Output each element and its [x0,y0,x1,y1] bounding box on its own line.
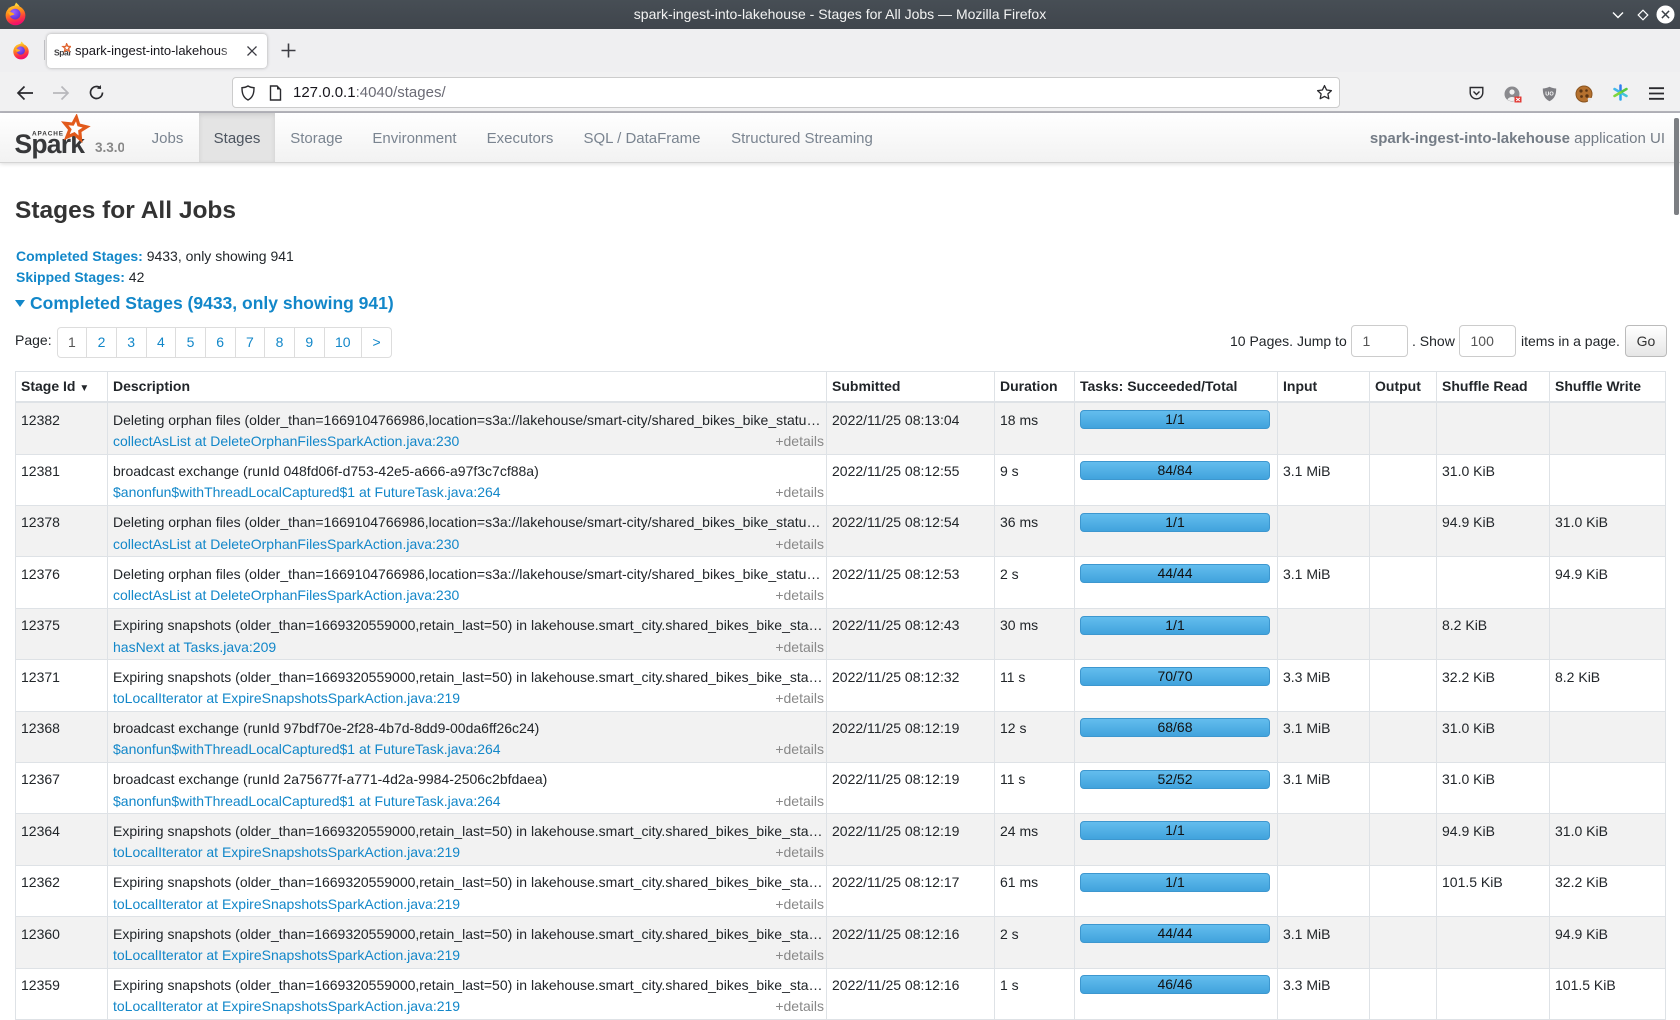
svg-text:3.3.0: 3.3.0 [95,140,124,155]
svg-text:UO: UO [1545,92,1554,98]
